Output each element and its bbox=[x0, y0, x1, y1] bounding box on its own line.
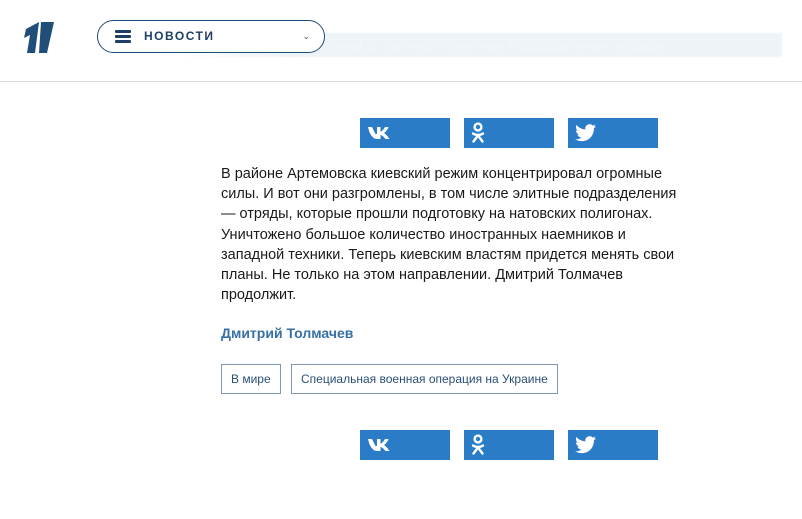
site-header: разгромлены, в том числе элитные подразд… bbox=[0, 0, 802, 82]
article-author-link[interactable]: Дмитрий Толмачев bbox=[221, 325, 353, 341]
news-menu-button[interactable]: НОВОСТИ ⌄ bbox=[97, 20, 325, 53]
tag-world[interactable]: В мире bbox=[221, 364, 281, 394]
twitter-icon bbox=[575, 436, 596, 454]
tag-special-military-operation[interactable]: Специальная военная операция на Украине bbox=[291, 364, 558, 394]
share-bar-bottom bbox=[360, 430, 658, 460]
article-body: В районе Артемовска киевский режим конце… bbox=[221, 166, 677, 304]
twitter-icon bbox=[575, 124, 596, 142]
share-vk-button[interactable] bbox=[360, 118, 450, 148]
share-bar-top bbox=[360, 118, 658, 148]
odnoklassniki-icon bbox=[471, 122, 485, 143]
hamburger-icon bbox=[115, 30, 131, 43]
vk-icon bbox=[368, 439, 390, 451]
share-twitter-button[interactable] bbox=[568, 118, 658, 148]
vk-icon bbox=[368, 127, 390, 139]
odnoklassniki-icon bbox=[471, 434, 485, 455]
news-menu-label: НОВОСТИ bbox=[144, 29, 215, 43]
share-vk-button[interactable] bbox=[360, 430, 450, 460]
share-ok-button[interactable] bbox=[464, 430, 554, 460]
chevron-down-icon: ⌄ bbox=[302, 31, 310, 41]
share-ok-button[interactable] bbox=[464, 118, 554, 148]
channel-one-logo-icon[interactable] bbox=[22, 17, 56, 57]
share-twitter-button[interactable] bbox=[568, 430, 658, 460]
